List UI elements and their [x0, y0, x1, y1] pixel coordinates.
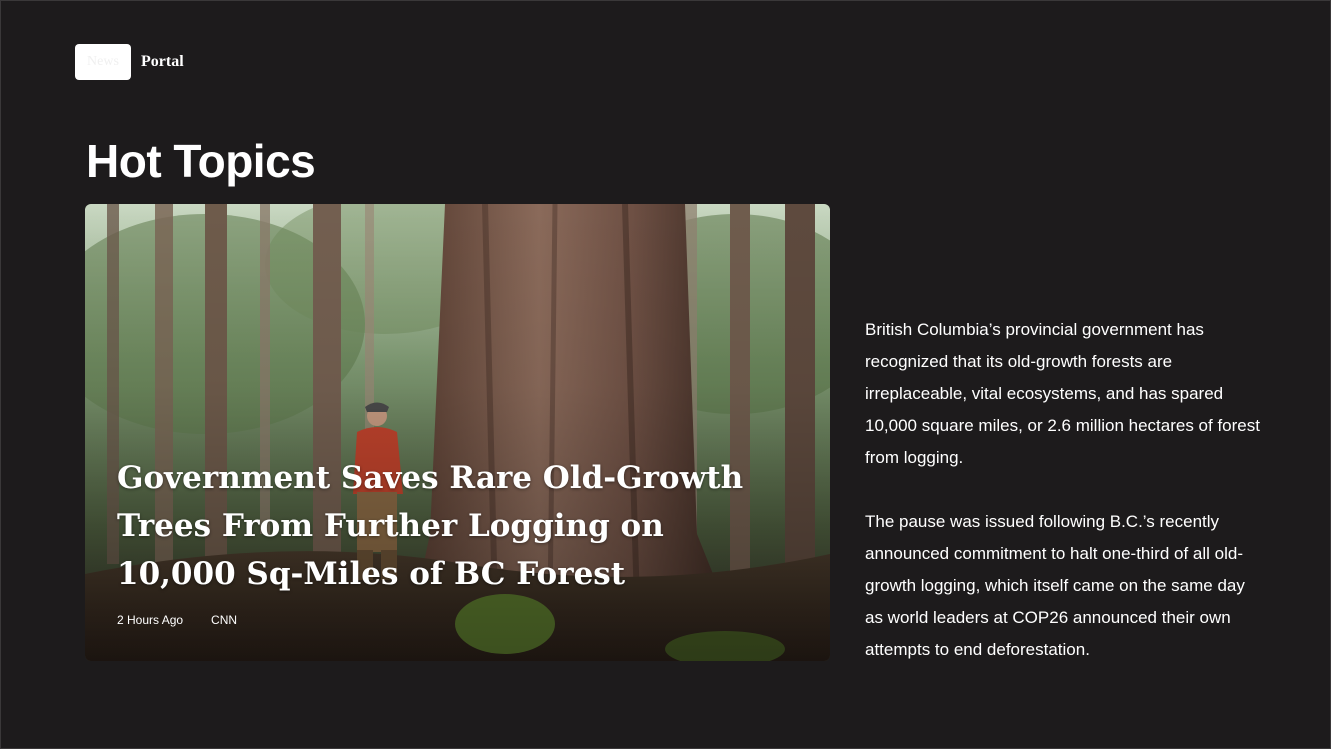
summary-paragraph: British Columbia’s provincial government… — [865, 320, 1260, 467]
site-logo[interactable]: News Portal — [75, 44, 184, 80]
summary-paragraph: The pause was issued following B.C.’s re… — [865, 512, 1245, 659]
article-summary: British Columbia’s provincial government… — [865, 314, 1265, 666]
logo-badge-text: News — [87, 54, 119, 69]
featured-article-card[interactable]: Government Saves Rare Old-Growth Trees F… — [85, 204, 830, 661]
logo-badge: News — [75, 44, 131, 80]
section-title: Hot Topics — [86, 135, 316, 187]
article-source[interactable]: CNN — [211, 613, 237, 627]
article-time: 2 Hours Ago — [117, 613, 184, 627]
logo-text: Portal — [141, 53, 184, 70]
featured-headline[interactable]: Government Saves Rare Old-Growth Trees F… — [117, 454, 767, 598]
article-meta: 2 Hours Ago CNN — [117, 613, 237, 627]
